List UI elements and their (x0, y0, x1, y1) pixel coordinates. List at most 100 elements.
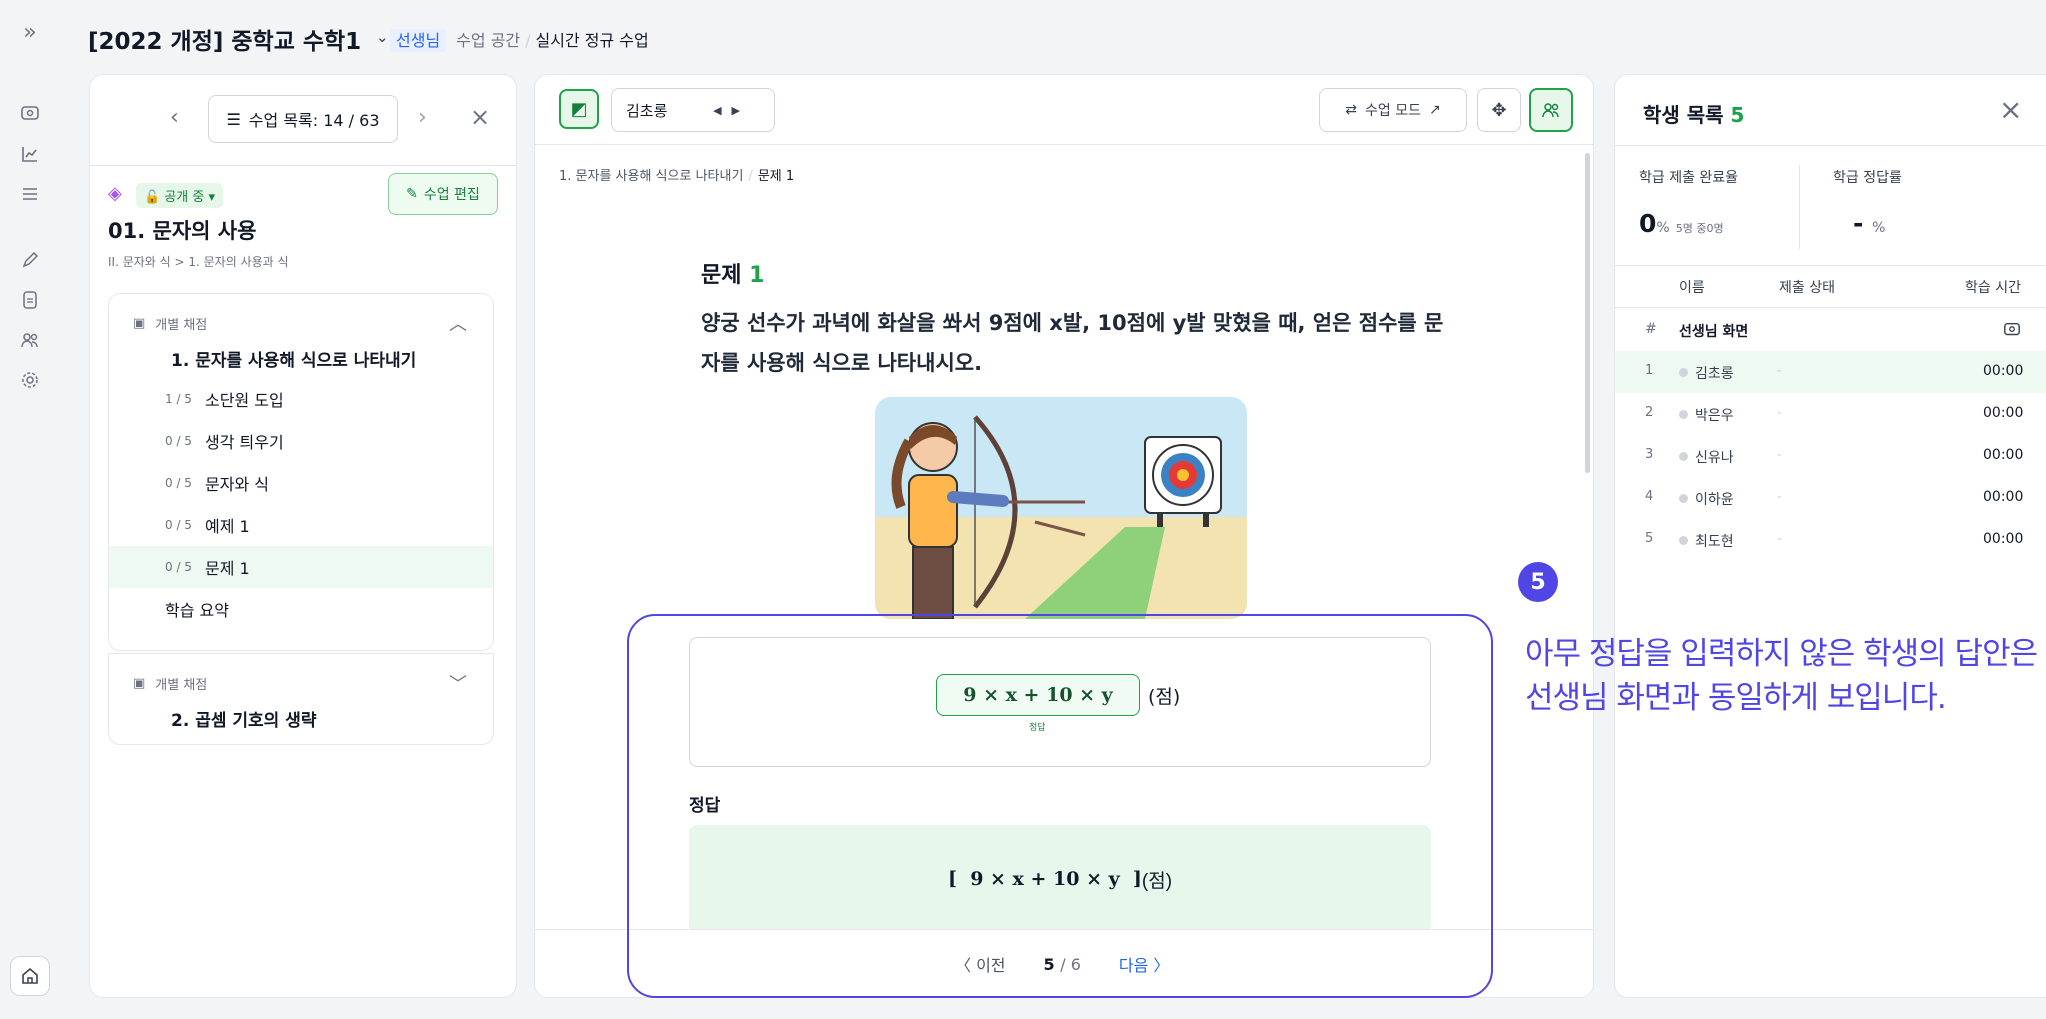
left-rail: » (0, 0, 60, 1019)
pager: 〈 이전 5 / 6 다음 〉 (955, 952, 1169, 976)
next-page-button[interactable]: 다음 〉 (1119, 952, 1170, 976)
screen-share-icon[interactable]: ◩ (559, 89, 599, 129)
student-answer-box: 9 × x + 10 × y (점) 정답 (689, 637, 1431, 767)
pager-bar: 〈 이전 5 / 6 다음 〉 (535, 929, 1593, 997)
list-item[interactable]: 0 / 5 생각 틔우기 (109, 420, 493, 462)
table-row[interactable]: 2 박은우 -00:00 (1615, 393, 2046, 435)
section-2: ▣ 개별 채점 ﹀ 2. 곱셈 기호의 생략 (108, 653, 494, 745)
divider (1615, 145, 2046, 146)
answer-input[interactable]: 9 × x + 10 × y (936, 674, 1140, 716)
top-bar: [2022 개정] 중학교 수학1 ⌄ 선생님수업 공간/실시간 정규 수업 생… (60, 0, 2046, 78)
question-text: 양궁 선수가 과녁에 화살을 쏴서 9점에 x발, 10점에 y발 맞혔을 때,… (701, 311, 1444, 375)
table-row[interactable]: 3 신유나 -00:00 (1615, 435, 2046, 477)
student-list-title: 학생 목록 5 (1643, 103, 1745, 127)
cube-icon: ◈ (108, 183, 122, 204)
edit-lesson-button[interactable]: ✎ 수업 편집 (388, 173, 498, 215)
teacher-view-icon (2003, 321, 2021, 343)
answer-correct-tag: 정답 (1029, 723, 1046, 733)
student-selector[interactable]: 김초롱 ◀▶ (611, 88, 775, 132)
grading-icon: ▣ (133, 676, 146, 691)
close-icon[interactable]: × (1999, 93, 2022, 126)
submit-rate-label: 학급 제출 완료율 (1639, 170, 1739, 186)
lesson-mode-button[interactable]: ⇄ 수업 모드 ↗ (1319, 88, 1467, 132)
grading-label: ▣ 개별 채점 (133, 316, 208, 333)
lesson-list-panel: ‹ ☰ 수업 목록: 14 / 63 › × ◈ 🔓 공개 중 ▾ ✎ 수업 편… (89, 74, 517, 998)
scrollbar[interactable] (1585, 153, 1590, 473)
edit-lesson-label: 수업 편집 (423, 187, 480, 203)
divider (1799, 165, 1800, 249)
pencil-icon[interactable] (16, 246, 44, 274)
external-link-icon: ↗ (1428, 102, 1441, 118)
table-row[interactable]: 4 이하윤 -00:00 (1615, 477, 2046, 519)
status-dot (1679, 536, 1688, 545)
list-item-active[interactable]: 0 / 5 문제 1 (109, 546, 493, 588)
breadcrumb-space[interactable]: 수업 공간 (456, 31, 520, 50)
status-dot (1679, 452, 1688, 461)
list-item[interactable]: 학습 요약 (109, 588, 493, 630)
next-lesson-icon[interactable]: › (418, 105, 427, 130)
column-header-name[interactable]: 이름 (1679, 277, 1705, 297)
list-item[interactable]: 0 / 5 예제 1 (109, 504, 493, 546)
document-icon[interactable] (16, 286, 44, 314)
chart-icon[interactable] (16, 140, 44, 168)
problem-panel: ◩ 김초롱 ◀▶ ⇄ 수업 모드 ↗ ✥ 1. 문자를 사용해 식으로 나타내기… (534, 74, 1594, 998)
section-title[interactable]: 1. 문자를 사용해 식으로 나타내기 (171, 346, 416, 371)
list-item[interactable]: 1 / 5 소단원 도입 (109, 378, 493, 420)
prev-page-button[interactable]: 〈 이전 (955, 952, 1006, 976)
student-list-panel: 학생 목록 5 × 학급 제출 완료율 0% 5명 중0명 학급 정답률 - % … (1614, 74, 2046, 998)
puzzle-icon[interactable]: ✥ (1477, 88, 1521, 132)
teacher-screen-row[interactable]: # 선생님 화면 (1615, 309, 2046, 351)
course-title[interactable]: [2022 개정] 중학교 수학1 (88, 22, 361, 56)
annotation-text: 아무 정답을 입력하지 않은 학생의 답안은 선생님 화면과 동일하게 보입니다… (1525, 636, 2038, 716)
lesson-nav: ‹ ☰ 수업 목록: 14 / 63 › × (90, 95, 516, 147)
teacher-role-tag: 선생님 (390, 29, 447, 52)
submit-rate-value: 0% 5명 중0명 (1639, 209, 1724, 238)
step-badge: 5 (1518, 562, 1558, 602)
home-icon (22, 967, 38, 984)
problem-toolbar: ◩ 김초롱 ◀▶ ⇄ 수업 모드 ↗ ✥ (535, 75, 1593, 145)
column-header-status[interactable]: 제출 상태 (1779, 277, 1835, 297)
archery-illustration (875, 397, 1247, 619)
grading-label: ▣ 개별 채점 (133, 676, 208, 693)
chevron-down-icon[interactable]: ﹀ (449, 670, 467, 696)
divider (1615, 265, 2046, 266)
prev-next-arrows-icon[interactable]: ◀▶ (713, 104, 750, 117)
expand-icon[interactable]: » (16, 18, 44, 46)
correct-rate-value: - % (1853, 209, 1886, 238)
table-row[interactable]: 5 최도현 -00:00 (1615, 519, 2046, 561)
divider (90, 165, 516, 166)
mode-icon: ⇄ (1345, 102, 1357, 118)
correct-rate-label: 학급 정답률 (1833, 170, 1902, 186)
teacher-view-icon[interactable] (16, 100, 44, 128)
list-icon[interactable] (16, 180, 44, 208)
correct-answer-box: [ 9 × x + 10 × y ] (점) (689, 825, 1431, 933)
chevron-up-icon[interactable]: ︿ (449, 310, 467, 336)
question-label: 문제 1 (701, 263, 765, 288)
prev-lesson-icon[interactable]: ‹ (170, 105, 179, 130)
home-button[interactable] (10, 956, 50, 996)
chevron-down-icon[interactable]: ⌄ (376, 28, 389, 46)
answer-unit: (점) (1148, 686, 1181, 708)
student-name: 김초롱 (626, 101, 668, 120)
public-status-dropdown[interactable]: 🔓 공개 중 ▾ (136, 183, 224, 208)
lesson-mode-label: 수업 모드 (1365, 103, 1421, 119)
table-row[interactable]: 1 김초롱 -00:00 (1615, 351, 2046, 393)
lesson-list-button[interactable]: ☰ 수업 목록: 14 / 63 (208, 95, 398, 143)
status-dot (1679, 368, 1688, 377)
users-icon[interactable] (16, 326, 44, 354)
section-title[interactable]: 2. 곱셈 기호의 생략 (171, 706, 317, 731)
publish-row: ◈ 🔓 공개 중 ▾ ✎ 수업 편집 (108, 173, 498, 219)
people-icon[interactable] (1529, 88, 1573, 132)
breadcrumb: 선생님 수업 공간 / 실시간 정규 수업 (390, 27, 649, 52)
lesson-title: 01. 문자의 사용 (108, 219, 257, 243)
breadcrumb-current: 실시간 정규 수업 (535, 31, 649, 50)
settings-gear-icon[interactable] (16, 366, 44, 394)
list-item[interactable]: 0 / 5 문자와 식 (109, 462, 493, 504)
lesson-list-label: 수업 목록: 14 / 63 (248, 111, 380, 130)
page-indicator: 5 / 6 (1043, 954, 1081, 974)
problem-breadcrumb: 1. 문자를 사용해 식으로 나타내기 / 문제 1 (559, 169, 795, 184)
lesson-subtitle: II. 문자와 식 > 1. 문자의 사용과 식 (108, 255, 289, 269)
close-icon[interactable]: × (470, 103, 490, 131)
column-header-time[interactable]: 학습 시간 (1965, 277, 2021, 297)
section-1: ▣ 개별 채점 ︿ 1. 문자를 사용해 식으로 나타내기 1 / 5 소단원 도입… (108, 293, 494, 651)
